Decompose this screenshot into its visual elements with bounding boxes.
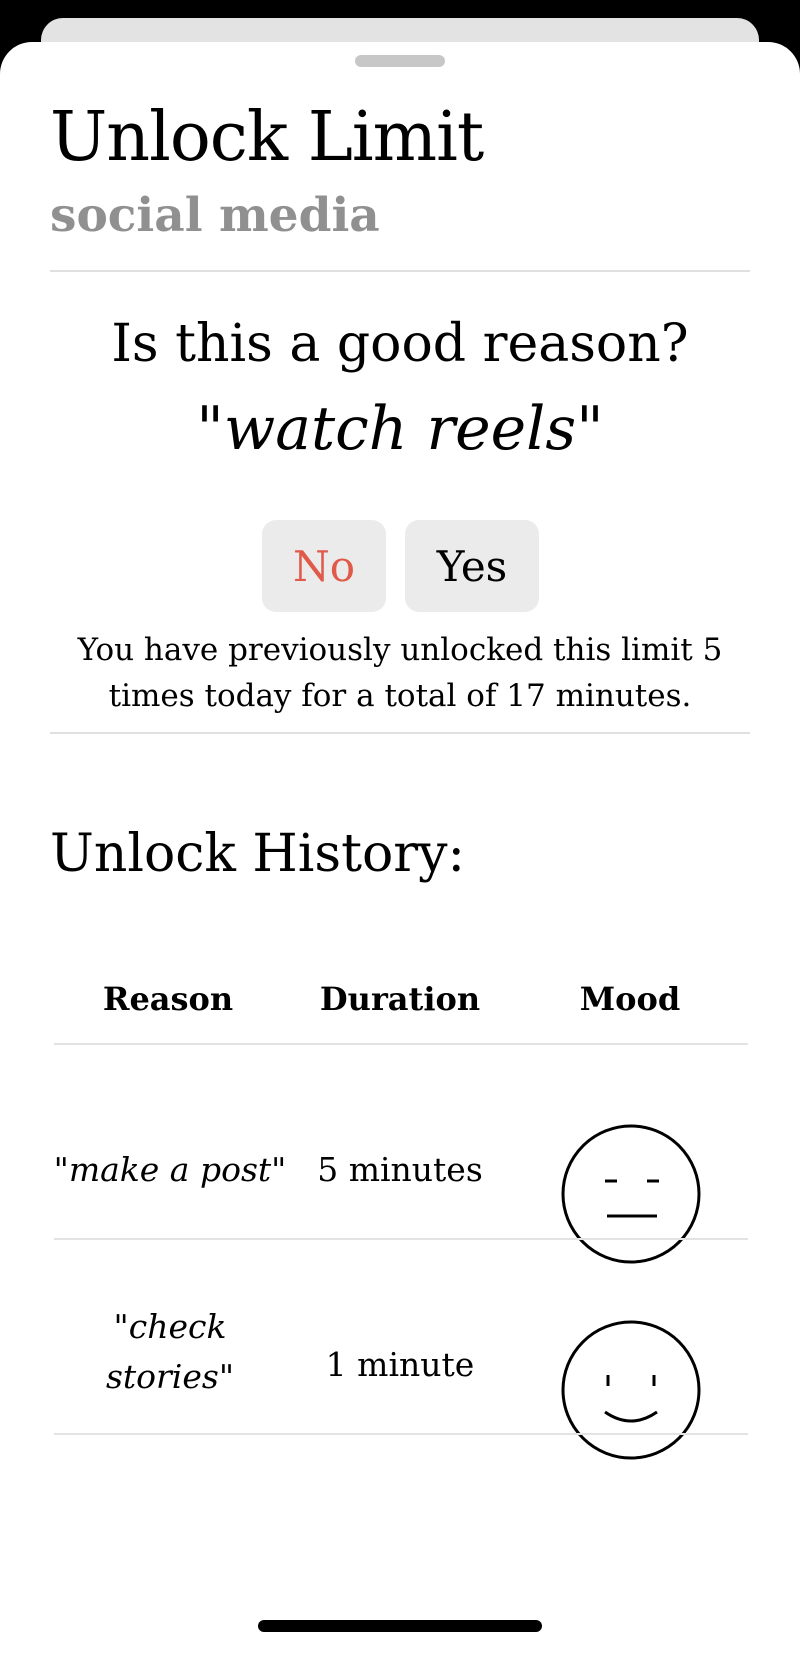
unlock-limit-sheet: Unlock Limit social media Is this a good…	[0, 42, 800, 1653]
page-title: Unlock Limit	[50, 98, 484, 177]
home-indicator[interactable]	[258, 1620, 542, 1632]
smile-face-icon	[561, 1320, 701, 1460]
column-header-reason: Reason	[102, 980, 234, 1018]
divider	[50, 270, 750, 272]
history-row-1-reason: "make a post"	[53, 1150, 287, 1189]
table-divider	[54, 1238, 748, 1240]
unlock-summary-text: You have previously unlocked this limit …	[77, 632, 723, 714]
sheet-grabber[interactable]	[355, 55, 445, 67]
no-button[interactable]: No	[262, 520, 386, 612]
history-row-2-duration: 1 minute	[325, 1345, 475, 1384]
column-header-mood: Mood	[579, 980, 681, 1018]
history-row-1-duration: 5 minutes	[317, 1150, 483, 1189]
neutral-face-icon	[561, 1124, 701, 1264]
table-divider	[54, 1433, 748, 1435]
column-header-duration: Duration	[319, 980, 481, 1018]
divider	[50, 732, 750, 734]
table-divider	[54, 1043, 748, 1045]
limit-category: social media	[50, 188, 380, 243]
unlock-history-title: Unlock History:	[50, 824, 466, 884]
yes-button[interactable]: Yes	[405, 520, 539, 612]
history-row-2-reason: "check stories"	[105, 1307, 235, 1396]
reason-question: Is this a good reason?	[111, 314, 689, 374]
current-reason: "watch reels"	[196, 394, 604, 464]
